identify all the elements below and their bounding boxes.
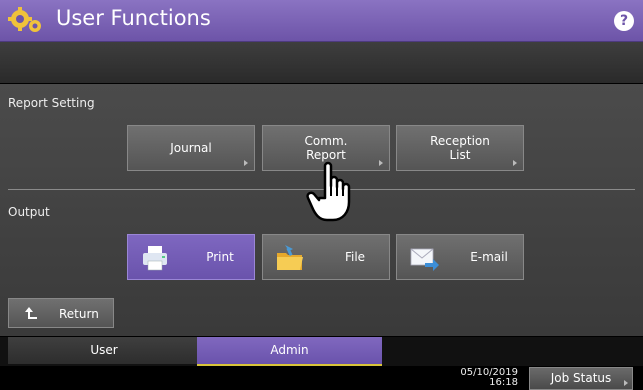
journal-button[interactable]: Journal (127, 125, 255, 171)
mode-tabs: User Admin (0, 337, 643, 367)
print-button[interactable]: Print (127, 234, 255, 280)
file-button[interactable]: File (262, 234, 390, 280)
help-button[interactable]: ? (614, 11, 634, 31)
folder-icon (277, 245, 303, 270)
corner-arrow-icon (244, 160, 248, 166)
email-button[interactable]: E-mail (396, 234, 524, 280)
envelope-icon (410, 248, 439, 271)
report-setting-label: Report Setting (8, 96, 95, 110)
job-status-label: Job Status (550, 371, 612, 385)
return-button-label: Return (59, 307, 99, 321)
reception-list-button-label: Reception List (430, 134, 490, 162)
status-bar: 05/10/2019 16:18 Job Status (0, 366, 643, 390)
hand-pointer-icon (306, 161, 351, 222)
tab-user[interactable]: User (8, 337, 200, 364)
corner-arrow-icon (624, 380, 628, 386)
print-button-label: Print (206, 250, 234, 264)
return-arrow-icon (25, 307, 37, 319)
gears-icon (8, 7, 41, 32)
corner-arrow-icon (379, 160, 383, 166)
file-button-label: File (344, 250, 366, 264)
tab-admin[interactable]: Admin (197, 337, 382, 367)
email-button-label: E-mail (470, 250, 508, 264)
time-text: 16:18 (489, 377, 518, 388)
job-status-button[interactable]: Job Status (529, 367, 633, 390)
title-bar: User Functions ? (0, 0, 643, 42)
reception-list-button[interactable]: Reception List (396, 125, 524, 171)
comm-report-button-label: Comm. Report (304, 134, 348, 162)
sub-header-bar (0, 42, 643, 83)
return-button[interactable]: Return (8, 298, 114, 328)
clock: 05/10/2019 16:18 (460, 368, 518, 388)
journal-button-label: Journal (170, 141, 212, 155)
printer-icon (143, 246, 167, 271)
corner-arrow-icon (513, 160, 517, 166)
output-label: Output (8, 205, 50, 219)
page-title: User Functions (56, 6, 211, 30)
